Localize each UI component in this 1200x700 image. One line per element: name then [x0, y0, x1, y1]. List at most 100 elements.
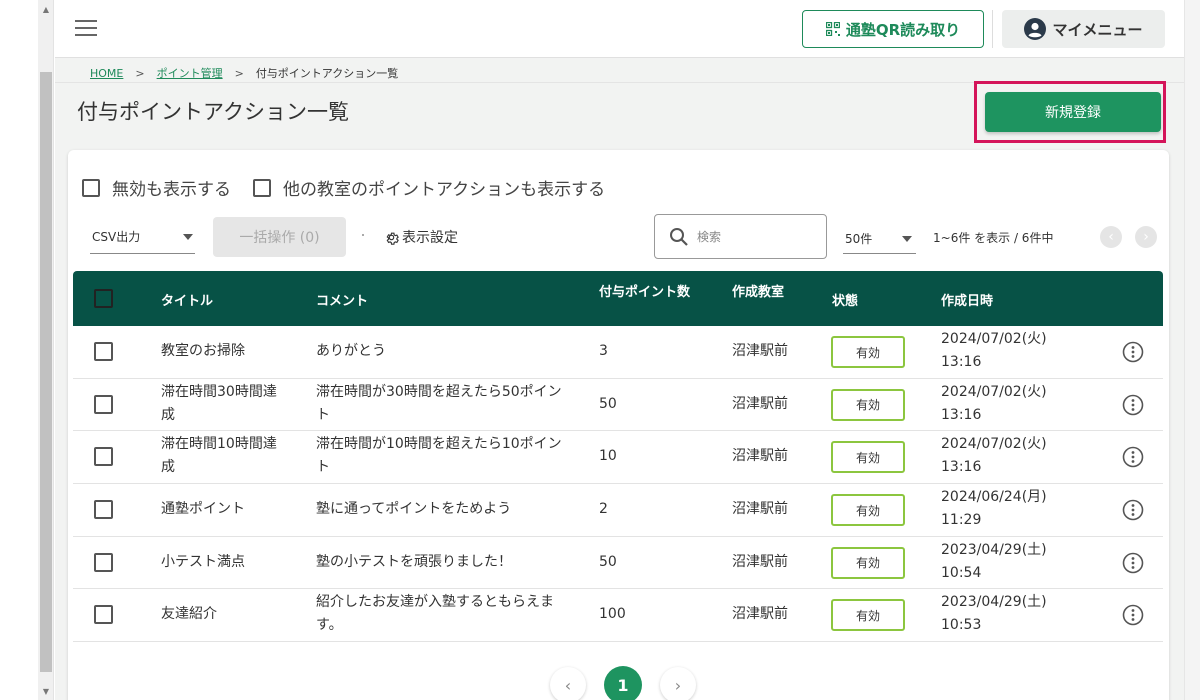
row-title: 教室のお掃除	[161, 343, 245, 359]
list-card: 無効も表示する 他の教室のポイントアクションも表示する CSV出力 一括操作 (…	[68, 150, 1169, 700]
row-comment: 塾に通ってポイントをためよう	[316, 501, 512, 518]
row-comment: 紹介したお友達が入塾するともらえます。	[316, 594, 554, 634]
display-settings-label: 表示設定	[402, 230, 458, 246]
hamburger-menu-icon[interactable]	[75, 20, 97, 38]
row-title: 滞在時間10時間達成	[161, 436, 277, 476]
row-comment: 滞在時間が10時間を超えたら10ポイント	[316, 436, 562, 476]
row-date: 2024/07/02(火)	[941, 383, 1047, 400]
table-row[interactable]: 友達紹介 紹介したお友達が入塾するともらえます。 100 沼津駅前 有効 202…	[73, 589, 1163, 643]
status-badge: 有効	[831, 336, 905, 368]
user-account-icon	[1024, 18, 1047, 40]
table-header: タイトル コメント 付与ポイント数 作成教室 状態 作成日時	[73, 271, 1163, 326]
row-date: 2024/07/02(火)	[941, 436, 1047, 453]
checkbox-box[interactable]	[253, 178, 271, 197]
csv-export-select[interactable]: CSV出力	[90, 220, 195, 254]
my-menu-button[interactable]: マイメニュー	[1002, 10, 1165, 48]
column-status: 状態	[832, 294, 859, 309]
dropdown-caret-icon	[902, 235, 912, 242]
row-checkbox[interactable]	[94, 500, 113, 520]
scroll-thumb[interactable]	[40, 72, 52, 672]
show-disabled-checkbox[interactable]: 無効も表示する	[82, 175, 231, 200]
more-options-icon[interactable]	[1122, 499, 1144, 521]
next-page-icon[interactable]: ›	[1135, 226, 1157, 248]
checkbox-box[interactable]	[82, 178, 100, 197]
table-row[interactable]: 滞在時間10時間達成 滞在時間が10時間を超えたら10ポイント 10 沼津駅前 …	[73, 431, 1163, 485]
gear-icon	[386, 232, 399, 245]
row-points: 3	[599, 343, 608, 359]
bulk-action-button[interactable]: 一括操作 (0)	[213, 217, 346, 257]
more-options-icon[interactable]	[1122, 552, 1144, 574]
row-points: 10	[599, 448, 617, 465]
row-checkbox[interactable]	[94, 342, 113, 361]
status-badge: 有効	[831, 494, 905, 527]
row-checkbox[interactable]	[94, 605, 113, 625]
breadcrumb-current: 付与ポイントアクション一覧	[255, 67, 399, 80]
scroll-up-arrow-icon[interactable]: ▲	[38, 4, 54, 16]
new-registration-button[interactable]: 新規登録	[985, 92, 1161, 132]
more-options-icon[interactable]	[1122, 446, 1144, 468]
select-all-checkbox[interactable]	[94, 289, 113, 308]
status-badge: 有効	[831, 441, 905, 474]
actions-table: タイトル コメント 付与ポイント数 作成教室 状態 作成日時 教室のお掃除 あり…	[73, 271, 1163, 643]
breadcrumb: HOME > ポイント管理 > 付与ポイントアクション一覧	[90, 65, 398, 81]
show-other-classrooms-checkbox[interactable]: 他の教室のポイントアクションも表示する	[253, 175, 605, 200]
row-time: 11:29	[941, 512, 982, 529]
page-scrollbar[interactable]: ▲ ▼	[38, 0, 54, 700]
main-area: 通塾QR読み取り マイメニュー HOME > ポイント管理 > 付与ポイントアク…	[55, 0, 1184, 700]
row-checkbox[interactable]	[94, 394, 113, 414]
search-input[interactable]	[697, 229, 807, 244]
table-row[interactable]: 教室のお掃除 ありがとう 3 沼津駅前 有効 2024/07/02(火) 13:…	[73, 326, 1163, 379]
row-classroom: 沼津駅前	[732, 553, 788, 570]
row-time: 10:53	[941, 617, 982, 634]
app-header: 通塾QR読み取り マイメニュー	[55, 0, 1184, 58]
more-options-icon[interactable]	[1122, 341, 1144, 363]
per-page-select[interactable]: 50件	[843, 224, 916, 254]
row-checkbox[interactable]	[94, 447, 113, 467]
table-row[interactable]: 小テスト満点 塾の小テストを頑張りました！ 50 沼津駅前 有効 2023/04…	[73, 536, 1163, 590]
breadcrumb-separator: >	[135, 66, 145, 80]
row-date: 2023/04/29(土)	[941, 541, 1047, 558]
pagination-next-icon[interactable]: ›	[660, 667, 696, 700]
page-title: 付与ポイントアクション一覧	[77, 100, 349, 124]
row-classroom: 沼津駅前	[732, 343, 788, 359]
column-classroom: 作成教室	[732, 285, 785, 300]
toolbar-separator	[362, 234, 364, 236]
display-settings-button[interactable]: 表示設定	[384, 227, 458, 247]
more-options-icon[interactable]	[1122, 604, 1144, 626]
pagination-page-current[interactable]: 1	[604, 666, 642, 700]
search-field[interactable]	[654, 214, 827, 259]
table-row[interactable]: 滞在時間30時間達成 滞在時間が30時間を超えたら50ポイント 50 沼津駅前 …	[73, 378, 1163, 432]
csv-export-label: CSV出力	[92, 230, 141, 244]
row-checkbox[interactable]	[94, 552, 113, 572]
breadcrumb-home-link[interactable]: HOME	[90, 67, 123, 80]
search-icon	[670, 227, 688, 246]
column-title: タイトル	[161, 294, 214, 309]
filter-row: 無効も表示する 他の教室のポイントアクションも表示する	[82, 175, 605, 200]
header-divider	[992, 10, 993, 48]
my-menu-label: マイメニュー	[1052, 20, 1143, 39]
breadcrumb-separator: >	[234, 66, 244, 80]
row-time: 10:54	[941, 564, 982, 581]
row-points: 100	[599, 606, 626, 623]
row-comment: ありがとう	[316, 343, 386, 359]
row-points: 50	[599, 395, 617, 412]
row-title: 通塾ポイント	[161, 501, 245, 518]
scroll-down-arrow-icon[interactable]: ▼	[38, 686, 54, 698]
row-classroom: 沼津駅前	[732, 606, 788, 623]
per-page-value: 50件	[845, 232, 873, 246]
table-row[interactable]: 通塾ポイント 塾に通ってポイントをためよう 2 沼津駅前 有効 2024/06/…	[73, 484, 1163, 537]
show-disabled-label: 無効も表示する	[112, 180, 231, 200]
more-options-icon[interactable]	[1122, 394, 1144, 416]
column-created: 作成日時	[941, 294, 994, 309]
qr-scan-button[interactable]: 通塾QR読み取り	[802, 10, 984, 48]
prev-page-icon[interactable]: ‹	[1100, 226, 1122, 248]
row-classroom: 沼津駅前	[732, 501, 788, 518]
pagination-prev-icon[interactable]: ‹	[550, 667, 586, 700]
row-title: 滞在時間30時間達成	[161, 383, 277, 423]
status-badge: 有効	[831, 546, 905, 579]
column-comment: コメント	[316, 294, 369, 309]
column-points: 付与ポイント数	[599, 285, 691, 300]
row-comment: 塾の小テストを頑張りました！	[316, 553, 512, 570]
breadcrumb-points-link[interactable]: ポイント管理	[157, 65, 223, 81]
row-time: 13:16	[941, 406, 982, 423]
